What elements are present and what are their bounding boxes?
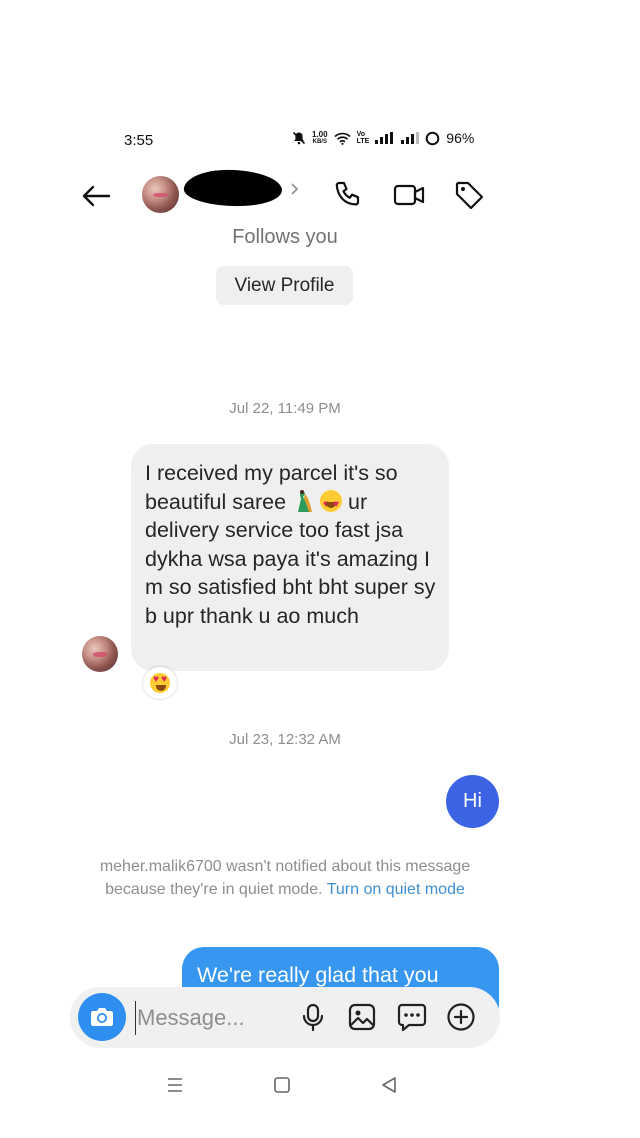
message-composer: [70, 987, 500, 1048]
avatar[interactable]: [142, 176, 179, 213]
username-redaction: [183, 167, 283, 209]
status-icons: 1.00 KB/S Vo LTE 96%: [292, 130, 474, 146]
message-timestamp: Jul 22, 11:49 PM: [229, 400, 341, 417]
battery-icon: [425, 131, 440, 145]
gallery-icon[interactable]: [346, 1001, 378, 1033]
saree-emoji-icon: [296, 489, 314, 513]
sent-message-bubble[interactable]: Hi: [446, 775, 499, 828]
received-message-bubble[interactable]: I received my parcel it's so beautiful s…: [131, 444, 449, 671]
status-bar: 3:55 1.00 KB/S Vo LTE 96%: [0, 128, 640, 154]
back-triangle-icon[interactable]: [378, 1074, 400, 1096]
chat-header: m: [0, 167, 640, 220]
quiet-mode-notice: meher.malik6700 wasn't notified about th…: [90, 856, 480, 901]
back-arrow-icon[interactable]: [78, 178, 114, 214]
home-icon[interactable]: [271, 1074, 293, 1096]
microphone-icon[interactable]: [297, 1001, 329, 1033]
signal-icon: [375, 132, 394, 144]
tag-icon[interactable]: [452, 178, 486, 212]
bell-muted-icon: [292, 131, 306, 145]
message-input[interactable]: [135, 1001, 285, 1035]
wifi-icon: [333, 132, 351, 145]
network-speed: 1.00 KB/S: [312, 129, 328, 145]
reaction-heart-eyes-emoji-icon: [150, 673, 170, 693]
view-profile-button[interactable]: View Profile: [216, 266, 353, 305]
message-timestamp-2: Jul 23, 12:32 AM: [229, 731, 341, 748]
message-text: We're really glad that you: [197, 963, 439, 987]
chevron-right-icon[interactable]: [288, 180, 302, 198]
sticker-icon[interactable]: [396, 1001, 428, 1033]
camera-button[interactable]: [78, 993, 126, 1041]
system-nav-bar: [0, 1070, 640, 1100]
phone-icon[interactable]: [330, 178, 364, 212]
battery-percent: 96%: [446, 130, 475, 146]
plus-icon[interactable]: [445, 1001, 477, 1033]
volte-indicator: Vo LTE: [356, 131, 370, 145]
heart-eyes-emoji-icon: [320, 489, 343, 519]
signal-icon-2: [401, 132, 420, 144]
camera-icon: [91, 1008, 113, 1026]
video-camera-icon[interactable]: [392, 178, 426, 212]
menu-icon[interactable]: [164, 1074, 186, 1096]
status-time: 3:55: [124, 132, 154, 149]
message-reaction[interactable]: [143, 667, 177, 699]
sender-avatar[interactable]: [82, 636, 118, 672]
turn-on-quiet-mode-link[interactable]: Turn on quiet mode: [327, 881, 465, 898]
follows-you-label: Follows you: [232, 226, 338, 248]
